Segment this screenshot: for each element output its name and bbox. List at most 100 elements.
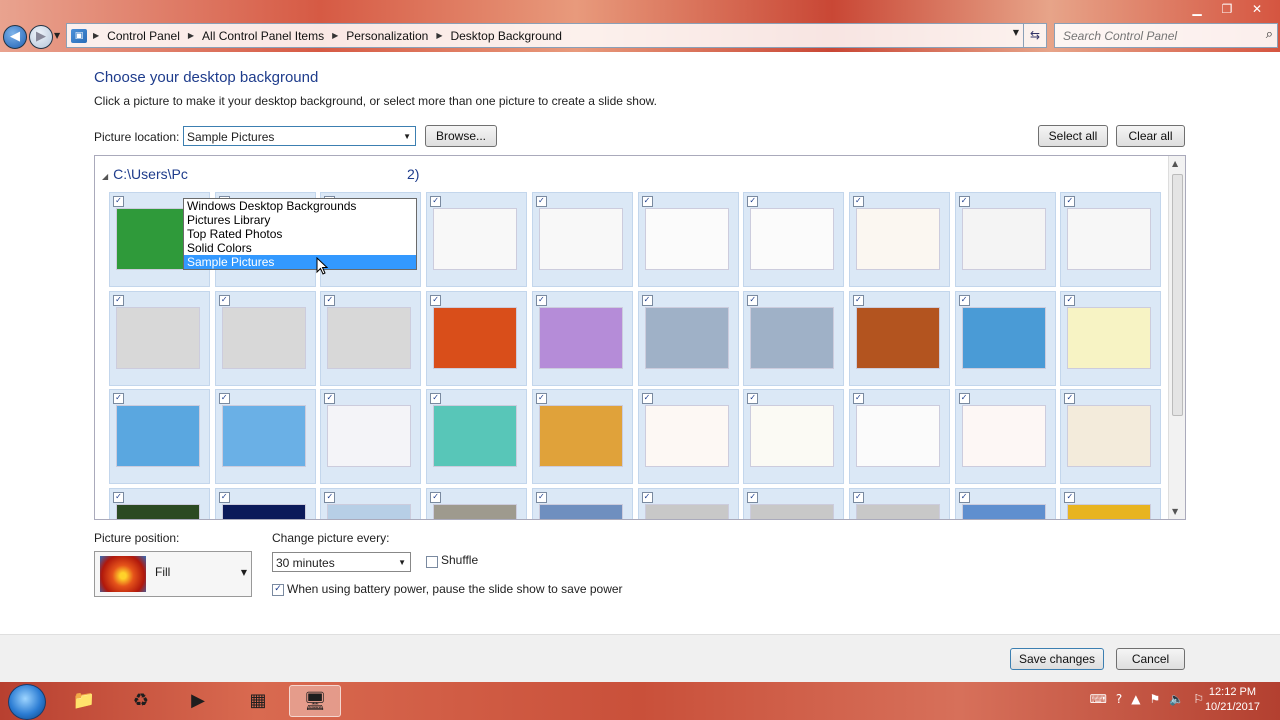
change-interval-select[interactable]: 30 minutes ▼ — [272, 552, 411, 572]
thumbnail-checkbox[interactable]: ✓ — [1064, 491, 1076, 503]
browse-button[interactable]: Browse... — [425, 125, 497, 147]
dropdown-option[interactable]: Top Rated Photos — [184, 227, 416, 241]
file-explorer-icon[interactable]: 📁 — [58, 685, 110, 717]
thumbnail-tile[interactable]: ✓ — [743, 290, 845, 386]
thumbnail-tile[interactable]: ✓ — [531, 290, 633, 386]
thumbnail-checkbox[interactable]: ✓ — [641, 294, 653, 306]
chevron-down-icon[interactable]: ▼ — [241, 568, 247, 577]
thumbnail-checkbox[interactable]: ✓ — [958, 491, 970, 503]
thumbnail-tile[interactable]: ✓ — [109, 487, 210, 519]
thumbnail-tile[interactable]: ✓ — [954, 290, 1056, 386]
chevron-right-icon[interactable]: ▶ — [188, 31, 194, 40]
media-player-icon[interactable]: ▶ — [172, 685, 224, 717]
thumbnail-tile[interactable]: ✓ — [848, 192, 950, 287]
thumbnail-checkbox[interactable]: ✓ — [958, 393, 970, 404]
breadcrumb-desktop-background[interactable]: Desktop Background — [450, 29, 561, 43]
cancel-button[interactable]: Cancel — [1116, 648, 1185, 670]
search-box[interactable]: ⌕ — [1054, 23, 1278, 48]
network-icon[interactable]: ⚑ — [1150, 692, 1161, 706]
thumbnail-checkbox[interactable]: ✓ — [430, 294, 442, 306]
thumbnail-tile[interactable]: ✓ — [637, 389, 739, 484]
search-input[interactable] — [1061, 24, 1255, 47]
thumbnail-tile[interactable]: ✓ — [109, 389, 210, 484]
picture-position-select[interactable]: Fill ▼ — [94, 551, 252, 597]
clear-all-button[interactable]: Clear all — [1116, 125, 1185, 147]
thumbnail-tile[interactable]: ✓ — [637, 290, 739, 386]
chevron-right-icon[interactable]: ▶ — [93, 31, 99, 40]
group-header[interactable]: ◢ C:\Users\Pc 2) — [102, 166, 419, 182]
thumbnail-checkbox[interactable]: ✓ — [430, 393, 442, 404]
dropdown-option[interactable]: Sample Pictures — [184, 255, 416, 269]
volume-icon[interactable]: 🔈 — [1169, 692, 1184, 706]
shuffle-checkbox[interactable] — [426, 556, 438, 568]
address-bar[interactable]: ▣ ▶ Control Panel ▶ All Control Panel It… — [66, 23, 1024, 48]
breadcrumb-personalization[interactable]: Personalization — [346, 29, 428, 43]
scrollbar-thumb[interactable] — [1172, 174, 1183, 416]
action-center-icon[interactable]: ⚐ — [1193, 692, 1204, 706]
thumbnail-checkbox[interactable]: ✓ — [747, 196, 759, 207]
scroll-up-icon[interactable]: ▲ — [1172, 159, 1178, 168]
thumbnail-checkbox[interactable]: ✓ — [747, 393, 759, 404]
gallery-scrollbar[interactable]: ▲ ▼ — [1168, 156, 1185, 519]
thumbnail-tile[interactable]: ✓ — [320, 290, 422, 386]
thumbnail-checkbox[interactable]: ✓ — [113, 294, 124, 306]
thumbnail-checkbox[interactable]: ✓ — [747, 491, 759, 503]
picture-location-select[interactable]: Sample Pictures ▼ — [183, 126, 416, 146]
collapse-icon[interactable]: ◢ — [102, 172, 108, 181]
chevron-down-icon[interactable]: ▼ — [398, 553, 406, 573]
thumbnail-tile[interactable]: ✓ — [848, 290, 950, 386]
chevron-down-icon[interactable]: ▼ — [1013, 28, 1019, 37]
thumbnail-tile[interactable]: ✓ — [637, 487, 739, 519]
refresh-button[interactable]: ⇆ — [1023, 23, 1047, 48]
thumbnail-tile[interactable]: ✓ — [743, 389, 845, 484]
thumbnail-tile[interactable]: ✓ — [954, 487, 1056, 519]
thumbnail-checkbox[interactable]: ✓ — [958, 196, 970, 207]
thumbnail-tile[interactable]: ✓ — [320, 389, 422, 484]
thumbnail-tile[interactable]: ✓ — [848, 487, 950, 519]
taskbar-clock[interactable]: 12:12 PM 10/21/2017 — [1205, 685, 1260, 715]
maximize-button[interactable]: ❐ — [1212, 0, 1242, 18]
thumbnail-tile[interactable]: ✓ — [320, 487, 422, 519]
thumbnail-tile[interactable]: ✓ — [426, 192, 528, 287]
thumbnail-tile[interactable]: ✓ — [426, 487, 528, 519]
thumbnail-checkbox[interactable]: ✓ — [958, 294, 970, 306]
thumbnail-checkbox[interactable]: ✓ — [430, 196, 442, 207]
thumbnail-tile[interactable]: ✓ — [426, 290, 528, 386]
thumbnail-checkbox[interactable]: ✓ — [641, 196, 653, 207]
thumbnail-checkbox[interactable]: ✓ — [852, 491, 864, 503]
thumbnail-tile[interactable]: ✓ — [1060, 389, 1162, 484]
thumbnail-checkbox[interactable]: ✓ — [641, 393, 653, 404]
help-icon[interactable]: ? — [1116, 692, 1122, 706]
thumbnail-checkbox[interactable]: ✓ — [641, 491, 653, 503]
thumbnail-tile[interactable]: ✓ — [954, 389, 1056, 484]
thumbnail-checkbox[interactable]: ✓ — [113, 491, 124, 503]
tray-expand-icon[interactable]: ▲ — [1131, 692, 1140, 706]
save-changes-button[interactable]: Save changes — [1010, 648, 1104, 670]
breadcrumb-control-panel[interactable]: Control Panel — [107, 29, 180, 43]
thumbnail-checkbox[interactable]: ✓ — [535, 196, 547, 207]
thumbnail-checkbox[interactable]: ✓ — [852, 294, 864, 306]
thumbnail-tile[interactable]: ✓ — [637, 192, 739, 287]
thumbnail-checkbox[interactable]: ✓ — [852, 393, 864, 404]
thumbnail-checkbox[interactable]: ✓ — [218, 491, 230, 503]
thumbnail-tile[interactable]: ✓ — [1060, 290, 1162, 386]
battery-pause-checkbox[interactable]: ✓ — [272, 584, 284, 596]
thumbnail-checkbox[interactable]: ✓ — [218, 393, 230, 404]
thumbnail-checkbox[interactable]: ✓ — [1064, 196, 1076, 207]
thumbnail-checkbox[interactable]: ✓ — [218, 294, 230, 306]
thumbnail-tile[interactable]: ✓ — [214, 487, 316, 519]
thumbnail-checkbox[interactable]: ✓ — [1064, 294, 1076, 306]
keyboard-icon[interactable]: ⌨ — [1090, 692, 1107, 706]
picture-location-dropdown[interactable]: Windows Desktop Backgrounds Pictures Libr… — [183, 198, 417, 270]
thumbnail-tile[interactable]: ✓ — [743, 192, 845, 287]
thumbnail-checkbox[interactable]: ✓ — [113, 393, 124, 404]
thumbnail-checkbox[interactable]: ✓ — [852, 196, 864, 207]
dropdown-option[interactable]: Solid Colors — [184, 241, 416, 255]
thumbnail-tile[interactable]: ✓ — [426, 389, 528, 484]
scroll-down-icon[interactable]: ▼ — [1172, 507, 1178, 516]
dropdown-option[interactable]: Windows Desktop Backgrounds — [184, 199, 416, 213]
thumbnail-tile[interactable]: ✓ — [743, 487, 845, 519]
mp4-converter-icon[interactable]: ♻ — [115, 685, 167, 717]
chevron-down-icon[interactable]: ▼ — [403, 127, 411, 147]
close-button[interactable]: ✕ — [1242, 0, 1272, 18]
